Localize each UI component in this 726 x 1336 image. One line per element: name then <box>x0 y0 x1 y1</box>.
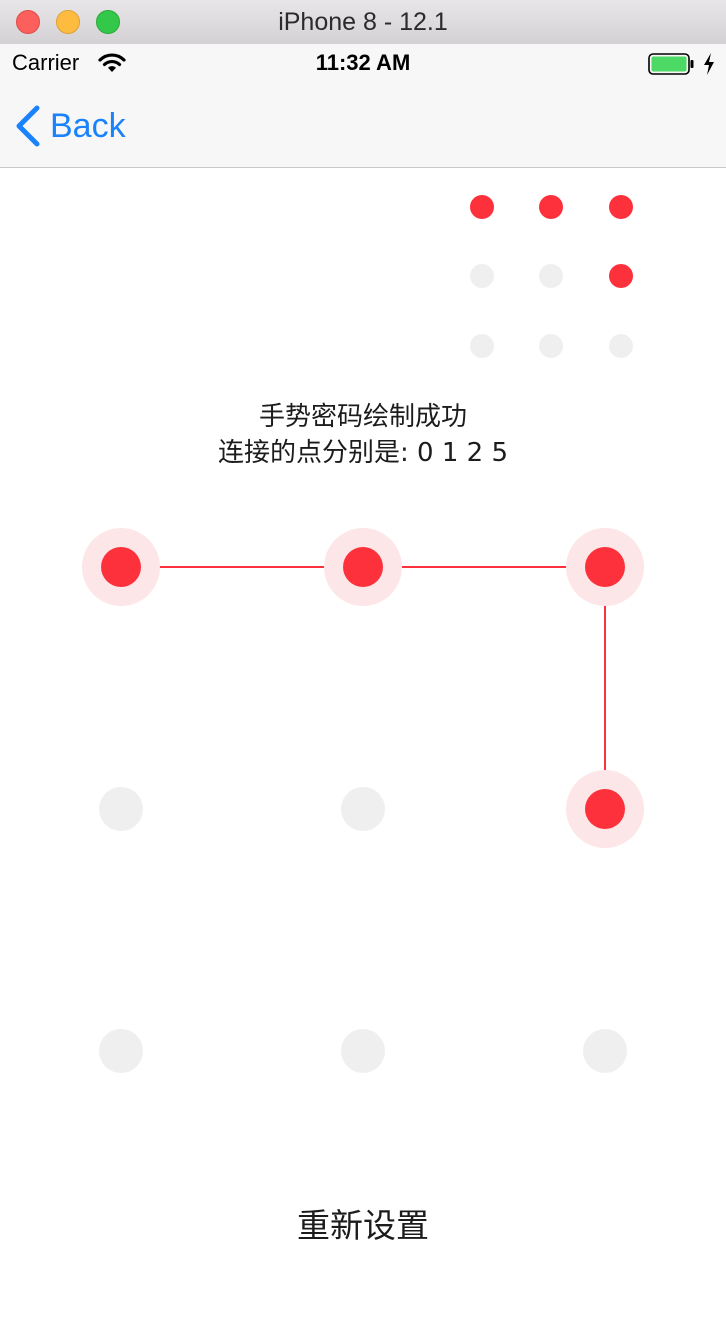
node-dot <box>585 789 625 829</box>
preview-dot <box>609 195 633 219</box>
gesture-node[interactable] <box>82 1012 160 1090</box>
preview-dot <box>609 264 633 288</box>
simulator-title-bar: iPhone 8 - 12.1 <box>0 0 726 45</box>
gesture-node[interactable] <box>324 1012 402 1090</box>
reset-button[interactable]: 重新设置 <box>263 1202 463 1250</box>
gesture-node[interactable] <box>324 528 402 606</box>
node-dot <box>343 547 383 587</box>
success-message: 手势密码绘制成功 <box>258 402 467 432</box>
preview-dot <box>539 195 563 219</box>
gesture-node[interactable] <box>324 770 402 848</box>
node-dot <box>99 787 143 831</box>
connected-points-message: 连接的点分别是: 0 1 2 5 <box>218 438 508 468</box>
gesture-password-screen: 手势密码绘制成功 连接的点分别是: 0 1 2 5 重新设置 <box>0 168 726 1336</box>
preview-dot <box>539 334 563 358</box>
node-dot <box>99 1029 143 1073</box>
preview-dot <box>470 334 494 358</box>
window-title: iPhone 8 - 12.1 <box>278 8 448 36</box>
status-time: 11:32 AM <box>315 50 411 75</box>
node-dot <box>341 787 385 831</box>
preview-dot <box>470 264 494 288</box>
back-button[interactable]: Back <box>14 104 126 148</box>
charging-bolt-icon <box>704 53 714 75</box>
node-dot <box>585 547 625 587</box>
preview-dot <box>470 195 494 219</box>
navigation-bar: Back <box>0 84 726 168</box>
node-dot <box>583 1029 627 1073</box>
gesture-node[interactable] <box>566 1012 644 1090</box>
node-dot <box>101 547 141 587</box>
chevron-left-icon <box>16 105 40 147</box>
battery-icon <box>648 53 694 75</box>
status-bar: Carrier 11:32 AM <box>0 44 726 84</box>
node-dot <box>341 1029 385 1073</box>
gesture-node[interactable] <box>82 770 160 848</box>
back-label: Back <box>50 106 126 145</box>
gesture-node[interactable] <box>566 528 644 606</box>
gesture-node[interactable] <box>82 528 160 606</box>
preview-dot <box>539 264 563 288</box>
preview-dot <box>609 334 633 358</box>
gesture-node[interactable] <box>566 770 644 848</box>
